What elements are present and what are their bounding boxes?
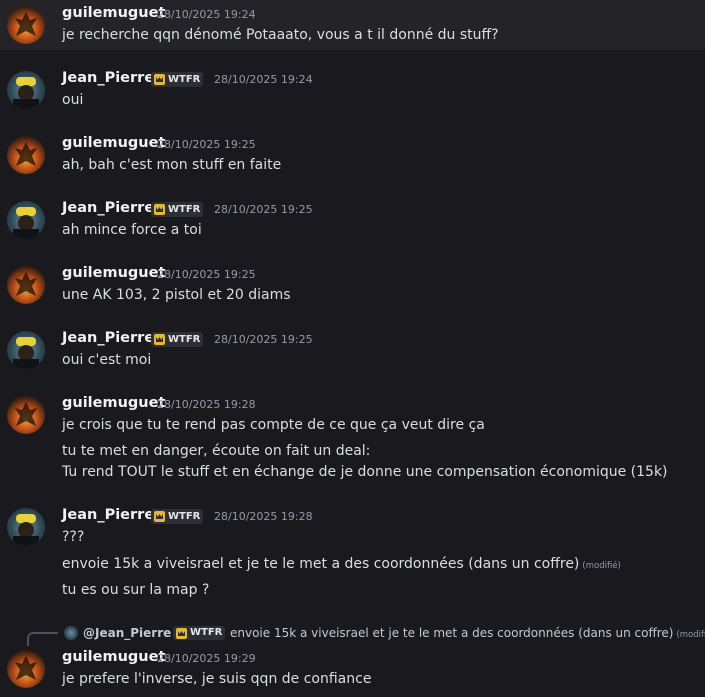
message[interactable]: guilemuguet 28/10/2025 19:24 je recherch… [0,0,705,50]
timestamp: 28/10/2025 19:28 [157,398,256,411]
avatar[interactable] [7,650,45,688]
crown-icon [154,334,165,345]
message[interactable]: guilemuguet 28/10/2025 19:25 ah, bah c'e… [0,130,705,180]
timestamp: 28/10/2025 19:24 [157,8,256,21]
message-text: ah mince force a toi [62,222,202,238]
message[interactable]: guilemuguet 28/10/2025 19:25 une AK 103,… [0,260,705,310]
message-text-content: envoie 15k a viveisrael et je te le met … [62,556,580,572]
reply-preview-text: envoie 15k a viveisrael et je te le met … [230,626,674,640]
server-tag-badge[interactable]: WTFR [151,202,204,217]
crown-icon [154,511,165,522]
timestamp: 28/10/2025 19:25 [157,268,256,281]
crown-icon [176,628,187,639]
reply-username[interactable]: @Jean_Pierre [83,626,171,640]
reply-preview[interactable]: envoie 15k a viveisrael et je te le met … [230,626,705,640]
crown-icon [154,74,165,85]
avatar[interactable] [7,266,45,304]
edited-tag: (modifié) [676,630,705,640]
message-text: ah, bah c'est mon stuff en faite [62,157,282,173]
badge-label: WTFR [168,334,201,345]
username[interactable]: guilemuguet [62,265,165,281]
crown-icon [154,204,165,215]
badge-label: WTFR [168,204,201,215]
badge-label: WTFR [190,627,223,638]
timestamp: 28/10/2025 19:28 [214,510,313,523]
message-text: je crois que tu te rend pas compte de ce… [62,417,485,433]
message[interactable]: Jean_Pierre WTFR 28/10/2025 19:28 ??? en… [0,502,705,607]
reply-avatar[interactable] [64,626,78,640]
message[interactable]: Jean_Pierre WTFR 28/10/2025 19:24 oui [0,65,705,115]
avatar[interactable] [7,508,45,546]
avatar[interactable] [7,136,45,174]
message[interactable]: guilemuguet 28/10/2025 19:28 je crois qu… [0,390,705,490]
username[interactable]: Jean_Pierre [62,507,154,523]
message-text: je recherche qqn dénomé Potaaato, vous a… [62,27,499,43]
message-text: Tu rend TOUT le stuff et en échange de j… [62,464,668,480]
edited-tag: (modifié) [582,561,621,571]
message-text: tu te met en danger, écoute on fait un d… [62,443,371,459]
message-text: oui [62,92,84,108]
avatar[interactable] [7,396,45,434]
timestamp: 28/10/2025 19:25 [157,138,256,151]
message-text: je prefere l'inverse, je suis qqn de con… [62,671,372,687]
badge-label: WTFR [168,74,201,85]
server-tag-badge[interactable]: WTFR [173,626,226,640]
timestamp: 28/10/2025 19:25 [214,333,313,346]
timestamp: 28/10/2025 19:24 [214,73,313,86]
timestamp: 28/10/2025 19:29 [157,652,256,665]
username[interactable]: Jean_Pierre [62,330,154,346]
username[interactable]: guilemuguet [62,5,165,21]
avatar[interactable] [7,71,45,109]
message[interactable]: Jean_Pierre WTFR 28/10/2025 19:25 oui c'… [0,325,705,375]
message-text: une AK 103, 2 pistol et 20 diams [62,287,291,303]
message[interactable]: Jean_Pierre WTFR 28/10/2025 19:25 ah min… [0,195,705,245]
message-text: envoie 15k a viveisrael et je te le met … [62,556,621,572]
server-tag-badge[interactable]: WTFR [151,332,204,347]
username[interactable]: Jean_Pierre [62,200,154,216]
message[interactable]: guilemuguet 28/10/2025 19:29 je prefere … [0,645,705,697]
username[interactable]: guilemuguet [62,135,165,151]
avatar[interactable] [7,201,45,239]
avatar[interactable] [7,6,45,44]
username[interactable]: guilemuguet [62,649,165,665]
timestamp: 28/10/2025 19:25 [214,203,313,216]
avatar[interactable] [7,331,45,369]
username[interactable]: guilemuguet [62,395,165,411]
reply-connector [27,632,58,646]
message-text: ??? [62,529,85,545]
server-tag-badge[interactable]: WTFR [151,509,204,524]
message-text: tu es ou sur la map ? [62,582,210,598]
badge-label: WTFR [168,511,201,522]
server-tag-badge[interactable]: WTFR [151,72,204,87]
message-text: oui c'est moi [62,352,152,368]
username[interactable]: Jean_Pierre [62,70,154,86]
